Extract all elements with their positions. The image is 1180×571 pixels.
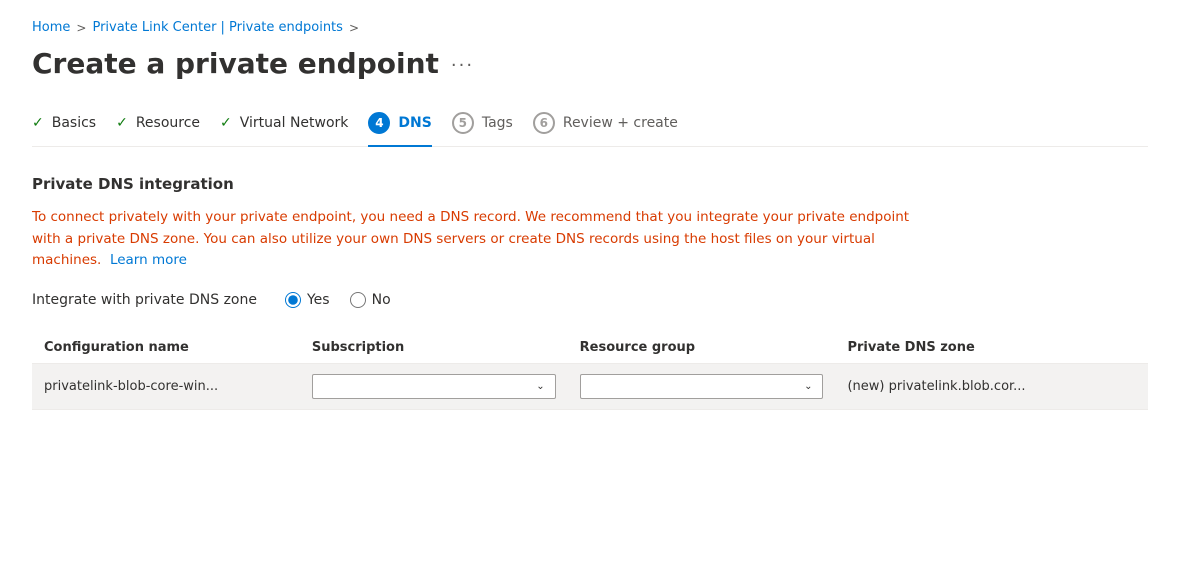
cell-config-name: privatelink-blob-core-win... xyxy=(32,363,300,409)
dns-table: Configuration name Subscription Resource… xyxy=(32,332,1148,410)
page-title-row: Create a private endpoint ··· xyxy=(32,47,1148,80)
step-review-label: Review + create xyxy=(563,115,678,131)
cell-resource-group[interactable]: ⌄ xyxy=(568,363,836,409)
col-header-config: Configuration name xyxy=(32,332,300,364)
step-tags[interactable]: 5 Tags xyxy=(452,112,533,146)
integrate-dns-label: Integrate with private DNS zone xyxy=(32,292,257,308)
step-basics-check: ✓ xyxy=(32,115,44,131)
col-header-dns-zone: Private DNS zone xyxy=(835,332,1148,364)
resource-group-dropdown[interactable]: ⌄ xyxy=(580,374,824,399)
page-menu-icon[interactable]: ··· xyxy=(451,55,474,76)
step-resource-check: ✓ xyxy=(116,115,128,131)
breadcrumb-private-link[interactable]: Private Link Center | Private endpoints xyxy=(92,20,342,35)
content-area: Private DNS integration To connect priva… xyxy=(32,175,1148,410)
table-row: privatelink-blob-core-win... ⌄ ⌄ (new) p… xyxy=(32,363,1148,409)
radio-yes-option[interactable]: Yes xyxy=(285,292,330,308)
subscription-dropdown[interactable]: ⌄ xyxy=(312,374,556,399)
dns-section-title: Private DNS integration xyxy=(32,175,1148,193)
step-tags-label: Tags xyxy=(482,115,513,131)
radio-no-input[interactable] xyxy=(350,292,366,308)
breadcrumb-sep-1: > xyxy=(76,21,86,35)
step-tags-circle: 5 xyxy=(452,112,474,134)
dns-description: To connect privately with your private e… xyxy=(32,207,932,272)
cell-subscription[interactable]: ⌄ xyxy=(300,363,568,409)
steps-row: ✓ Basics ✓ Resource ✓ Virtual Network 4 … xyxy=(32,112,1148,147)
radio-yes-label: Yes xyxy=(307,292,330,308)
cell-dns-zone: (new) privatelink.blob.cor... xyxy=(835,363,1148,409)
step-virtual-network[interactable]: ✓ Virtual Network xyxy=(220,115,368,143)
step-resource-label: Resource xyxy=(136,115,200,131)
step-review-circle: 6 xyxy=(533,112,555,134)
learn-more-link[interactable]: Learn more xyxy=(110,252,187,268)
step-dns-label: DNS xyxy=(398,115,431,131)
step-dns-circle: 4 xyxy=(368,112,390,134)
integrate-dns-radio-group: Yes No xyxy=(285,292,391,308)
breadcrumb-sep-2: > xyxy=(349,21,359,35)
step-review-create[interactable]: 6 Review + create xyxy=(533,112,698,146)
step-basics[interactable]: ✓ Basics xyxy=(32,115,116,143)
radio-no-option[interactable]: No xyxy=(350,292,391,308)
step-resource[interactable]: ✓ Resource xyxy=(116,115,220,143)
step-vnet-label: Virtual Network xyxy=(240,115,349,131)
col-header-subscription: Subscription xyxy=(300,332,568,364)
radio-yes-input[interactable] xyxy=(285,292,301,308)
step-basics-label: Basics xyxy=(52,115,96,131)
subscription-dropdown-chevron: ⌄ xyxy=(536,381,544,392)
step-vnet-check: ✓ xyxy=(220,115,232,131)
page-title: Create a private endpoint xyxy=(32,47,439,80)
breadcrumb: Home > Private Link Center | Private end… xyxy=(32,20,1148,35)
breadcrumb-home[interactable]: Home xyxy=(32,20,70,35)
resource-group-dropdown-chevron: ⌄ xyxy=(804,381,812,392)
radio-no-label: No xyxy=(372,292,391,308)
step-dns[interactable]: 4 DNS xyxy=(368,112,451,146)
col-header-rg: Resource group xyxy=(568,332,836,364)
integrate-dns-row: Integrate with private DNS zone Yes No xyxy=(32,292,1148,308)
